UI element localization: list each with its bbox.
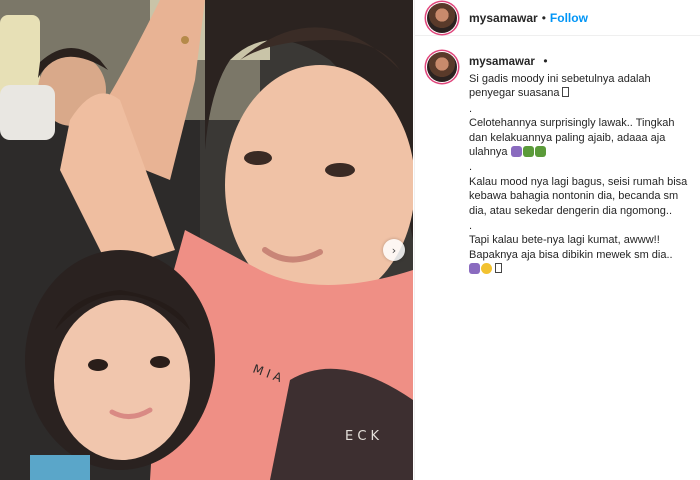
caption-line-2: Celotehannya surprisingly lawak.. Tingka… (469, 117, 675, 159)
caption-username[interactable]: mysamawar (469, 56, 535, 68)
emoji-woman-icon (469, 263, 480, 275)
caption-line-4: Tapi kalau bete-nya lagi kumat, awww!! B… (469, 234, 673, 261)
caption-text: Si gadis moody ini sebetulnya adalah pen… (469, 72, 694, 277)
emoji-laugh-icon (481, 263, 492, 275)
caption-line-1: Si gadis moody ini sebetulnya adalah pen… (469, 73, 651, 100)
caption-comment: mysamawar • Si gadis moody ini sebetulny… (415, 36, 700, 277)
emoji-people-icon (522, 146, 534, 158)
caption-sep-3: . (469, 220, 473, 233)
caption-line-3: Kalau mood nya lagi bagus, seisi rumah b… (469, 175, 688, 217)
chevron-right-icon: › (391, 243, 397, 257)
next-photo-button[interactable]: › (383, 239, 405, 261)
caption-avatar[interactable] (427, 52, 457, 82)
follow-button[interactable]: Follow (550, 11, 588, 25)
caption-sep-1: . (469, 102, 473, 115)
avatar[interactable] (427, 2, 457, 33)
emoji-person-icon (510, 146, 522, 158)
caption-sep-2: . (469, 161, 473, 174)
caption-body: mysamawar • Si gadis moody ini sebetulny… (469, 52, 694, 277)
emoji-person-green-icon (534, 146, 546, 158)
caption-separator-dot: • (543, 54, 548, 68)
post-photo[interactable]: M I A E C K › (0, 0, 413, 480)
separator-dot: • (541, 10, 546, 25)
photo-illustration: M I A E C K (0, 0, 413, 480)
header-username[interactable]: mysamawar (469, 11, 538, 25)
missing-glyph-icon-2 (495, 263, 502, 274)
post-header: mysamawar • Follow (415, 0, 700, 36)
post-sidebar: mysamawar • Follow mysamawar • Si gadis … (414, 0, 700, 480)
shirt-text-2: E C K (345, 429, 380, 444)
missing-glyph-icon (561, 87, 569, 98)
